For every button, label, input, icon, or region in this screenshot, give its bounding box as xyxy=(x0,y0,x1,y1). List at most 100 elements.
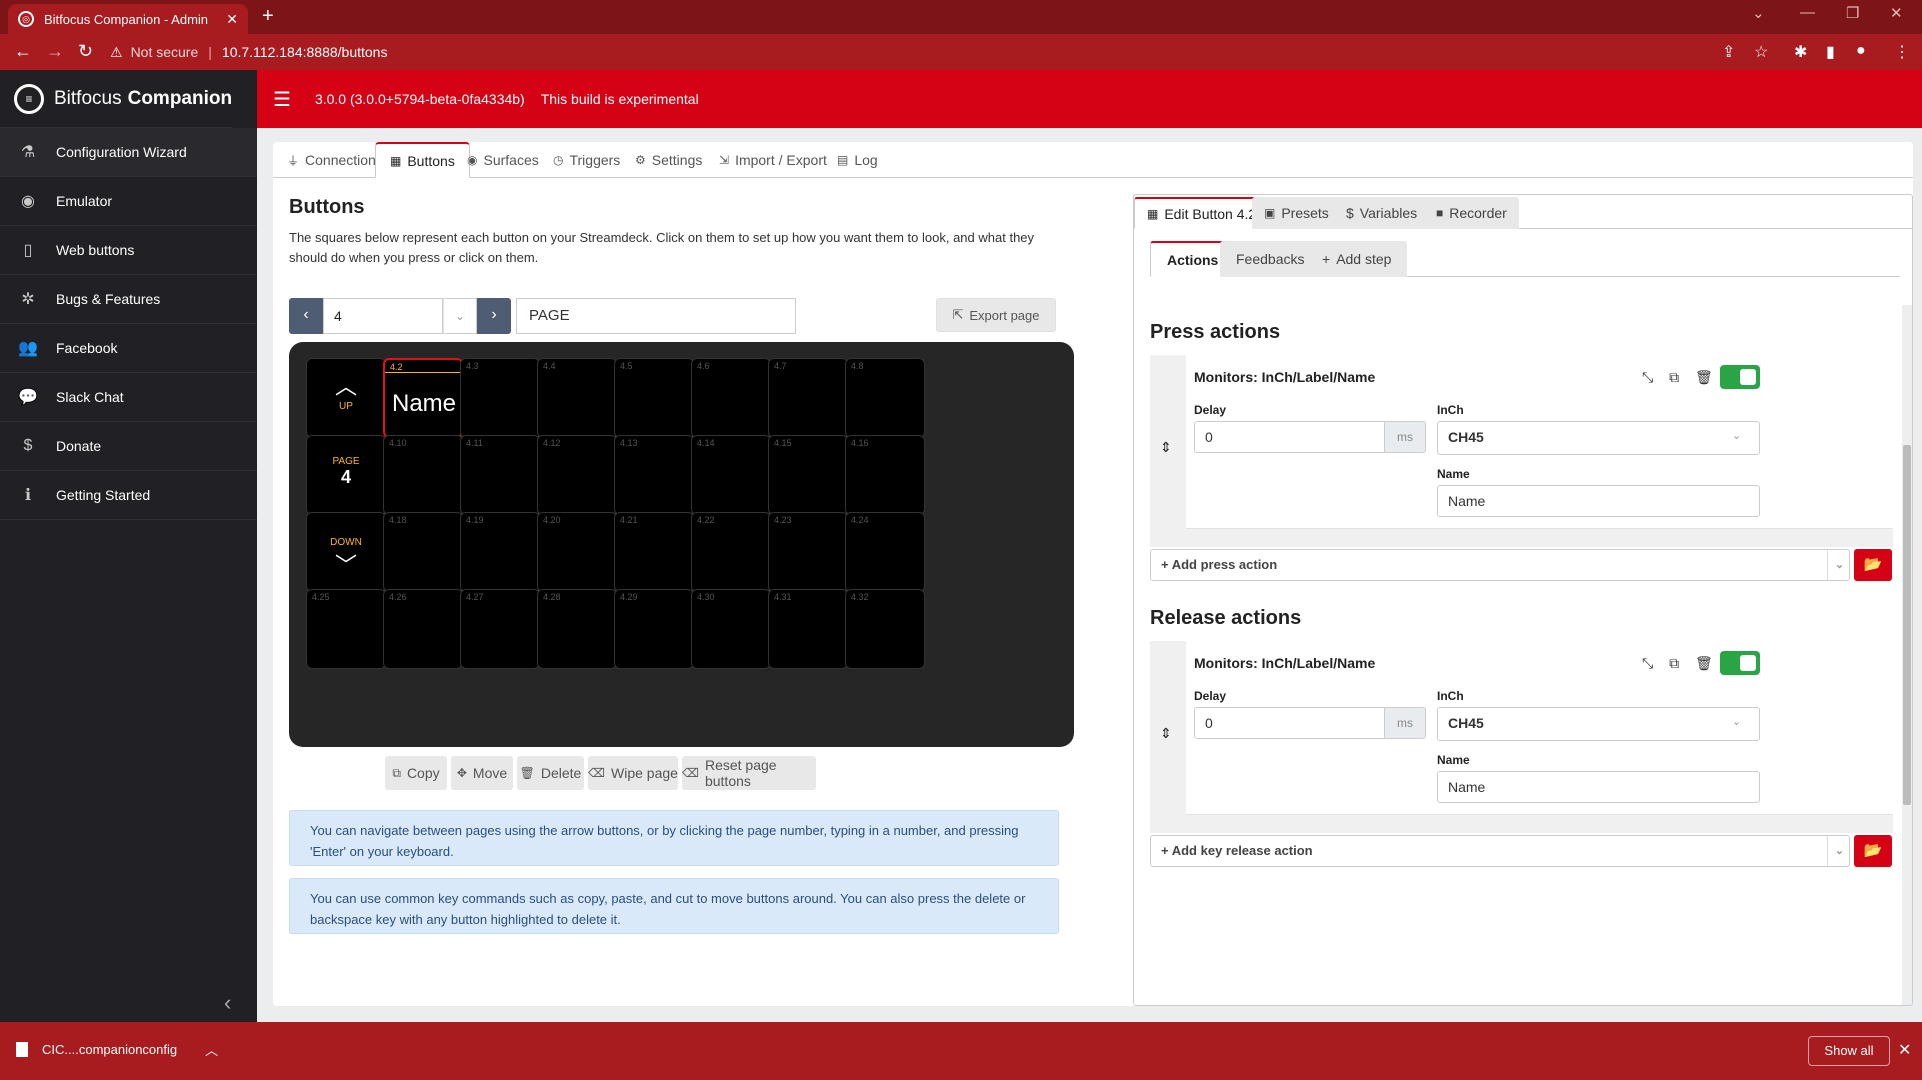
duplicate-icon[interactable]: ⧉ xyxy=(1669,655,1679,671)
delete-button[interactable]: 🗑 Delete xyxy=(517,756,584,790)
action-enabled-toggle[interactable] xyxy=(1720,365,1760,389)
new-tab-button[interactable]: + xyxy=(262,5,274,28)
button-key[interactable]: 4.16 xyxy=(845,435,925,515)
add-release-action-select[interactable]: + Add key release action ⌄ xyxy=(1150,835,1850,867)
tab-surfaces[interactable]: ◉ Surfaces xyxy=(453,142,553,178)
button-key[interactable]: 4.24 xyxy=(845,512,925,592)
button-key[interactable]: 4.18 xyxy=(383,512,463,592)
forward-button[interactable]: → xyxy=(46,41,64,62)
tab-recorder[interactable]: ■ Recorder xyxy=(1424,197,1519,229)
button-key[interactable]: 4.28 xyxy=(537,589,617,669)
reset-page-buttons-button[interactable]: ⌫ Reset page buttons xyxy=(682,756,816,790)
page-name-input[interactable]: PAGE xyxy=(516,298,796,334)
chevron-down-icon[interactable]: ⌄ xyxy=(443,298,477,334)
trash-icon[interactable]: 🗑 xyxy=(1695,369,1713,385)
action-enabled-toggle[interactable] xyxy=(1720,651,1760,675)
button-key[interactable]: 4.25 xyxy=(306,589,386,669)
sidebar-item-configuration-wizard[interactable]: ⚗ Configuration Wizard xyxy=(0,128,257,177)
add-step-button[interactable]: + Add step xyxy=(1306,241,1408,277)
export-page-button[interactable]: ⇱ Export page xyxy=(936,298,1056,332)
show-all-button[interactable]: Show all xyxy=(1808,1036,1890,1066)
open-folder-button[interactable]: 📂 xyxy=(1854,549,1892,581)
extensions-icon[interactable]: ✱ xyxy=(1794,42,1807,62)
collapse-sidebar-icon[interactable]: ‹ xyxy=(224,990,231,1016)
button-key[interactable]: 4.26 xyxy=(383,589,463,669)
restore-button[interactable]: ❐ xyxy=(1846,4,1859,22)
button-key[interactable]: 4.7 xyxy=(768,358,848,438)
sidebar-item-emulator[interactable]: ◉ Emulator xyxy=(0,177,257,226)
tab-settings[interactable]: ⚙ Settings xyxy=(621,142,716,178)
close-download-bar-icon[interactable]: ✕ xyxy=(1898,1040,1911,1060)
tab-variables[interactable]: $ Variables xyxy=(1334,197,1430,229)
wipe-page-button[interactable]: ⌫ Wipe page xyxy=(588,756,678,790)
nav-key-up[interactable]: ︿ UP xyxy=(306,358,386,438)
duplicate-icon[interactable]: ⧉ xyxy=(1669,369,1679,385)
button-key[interactable]: 4.5 xyxy=(614,358,694,438)
sidebar-item-donate[interactable]: $ Donate xyxy=(0,422,257,471)
tab-presets[interactable]: ▣ Presets xyxy=(1252,197,1341,229)
hamburger-menu-icon[interactable]: ☰ xyxy=(273,87,291,112)
name-input[interactable]: Name xyxy=(1437,771,1760,803)
nav-key-down[interactable]: DOWN ﹀ xyxy=(306,512,386,592)
scrollbar-thumb[interactable] xyxy=(1903,445,1911,805)
delay-input[interactable]: 0 xyxy=(1194,707,1386,739)
button-key[interactable]: 4.11 xyxy=(460,435,540,515)
sidebar-item-web-buttons[interactable]: ▯ Web buttons xyxy=(0,226,257,275)
collapse-icon[interactable]: ⤡ xyxy=(1642,369,1653,385)
url-field[interactable]: ⚠ Not secure | 10.7.112.184:8888/buttons xyxy=(110,38,1770,66)
button-key-selected[interactable]: 4.2 Name xyxy=(383,358,463,438)
name-input[interactable]: Name xyxy=(1437,485,1760,517)
button-key[interactable]: 4.8 xyxy=(845,358,925,438)
trash-icon[interactable]: 🗑 xyxy=(1695,655,1713,671)
button-key[interactable]: 4.12 xyxy=(537,435,617,515)
browser-menu-icon[interactable]: ⋮ xyxy=(1894,42,1910,62)
button-key[interactable]: 4.21 xyxy=(614,512,694,592)
sidebar-item-bugs-features[interactable]: ✲ Bugs & Features xyxy=(0,275,257,324)
move-button[interactable]: ✥ Move xyxy=(451,756,513,790)
share-icon[interactable]: ⇪ xyxy=(1722,42,1735,62)
open-folder-button[interactable]: 📂 xyxy=(1854,835,1892,867)
sidebar-item-slack-chat[interactable]: 💬 Slack Chat xyxy=(0,373,257,422)
button-key[interactable]: 4.20 xyxy=(537,512,617,592)
sidebar-item-facebook[interactable]: 👥 Facebook xyxy=(0,324,257,373)
button-key[interactable]: 4.29 xyxy=(614,589,694,669)
button-key[interactable]: 4.22 xyxy=(691,512,771,592)
close-tab-icon[interactable]: ✕ xyxy=(226,11,238,28)
button-key[interactable]: 4.30 xyxy=(691,589,771,669)
minimize-button[interactable]: — xyxy=(1800,4,1815,21)
tab-import-export[interactable]: ⇲ Import / Export xyxy=(705,142,841,178)
drag-handle-icon[interactable]: ⇕ xyxy=(1160,439,1172,456)
button-key[interactable]: 4.31 xyxy=(768,589,848,669)
copy-button[interactable]: ⧉ Copy xyxy=(385,756,447,790)
inch-select[interactable]: CH45 xyxy=(1437,421,1760,455)
collapse-icon[interactable]: ⤡ xyxy=(1642,655,1653,671)
editor-scrollbar[interactable] xyxy=(1902,305,1912,1005)
button-key[interactable]: 4.4 xyxy=(537,358,617,438)
sidebar-item-getting-started[interactable]: ℹ Getting Started xyxy=(0,471,257,520)
previous-page-button[interactable]: ‹ xyxy=(289,298,323,334)
button-key[interactable]: 4.6 xyxy=(691,358,771,438)
nav-key-page[interactable]: PAGE 4 xyxy=(306,435,386,515)
profile-avatar[interactable]: ● xyxy=(1856,42,1866,60)
tab-edit-button[interactable]: ▦ Edit Button 4.2 xyxy=(1134,197,1270,229)
inch-select[interactable]: CH45 xyxy=(1437,707,1760,741)
button-key[interactable]: 4.27 xyxy=(460,589,540,669)
add-press-action-select[interactable]: + Add press action ⌄ xyxy=(1150,549,1850,581)
delay-input[interactable]: 0 xyxy=(1194,421,1386,453)
button-key[interactable]: 4.19 xyxy=(460,512,540,592)
sidepanel-icon[interactable]: ▮ xyxy=(1826,42,1835,62)
tab-search-icon[interactable]: ⌄ xyxy=(1752,4,1765,22)
button-key[interactable]: 4.15 xyxy=(768,435,848,515)
button-key[interactable]: 4.32 xyxy=(845,589,925,669)
reload-button[interactable]: ↻ xyxy=(78,41,93,62)
button-key[interactable]: 4.14 xyxy=(691,435,771,515)
window-close-button[interactable]: ✕ xyxy=(1890,4,1903,22)
download-item[interactable]: CIC....companionconfig ︿ xyxy=(16,1040,218,1059)
brand[interactable]: ≡ Bitfocus Companion xyxy=(0,70,233,128)
button-key[interactable]: 4.10 xyxy=(383,435,463,515)
next-page-button[interactable]: › xyxy=(477,298,511,334)
button-key[interactable]: 4.13 xyxy=(614,435,694,515)
chevron-up-icon[interactable]: ︿ xyxy=(205,1040,218,1059)
bookmark-star-icon[interactable]: ☆ xyxy=(1754,42,1768,62)
button-key[interactable]: 4.23 xyxy=(768,512,848,592)
